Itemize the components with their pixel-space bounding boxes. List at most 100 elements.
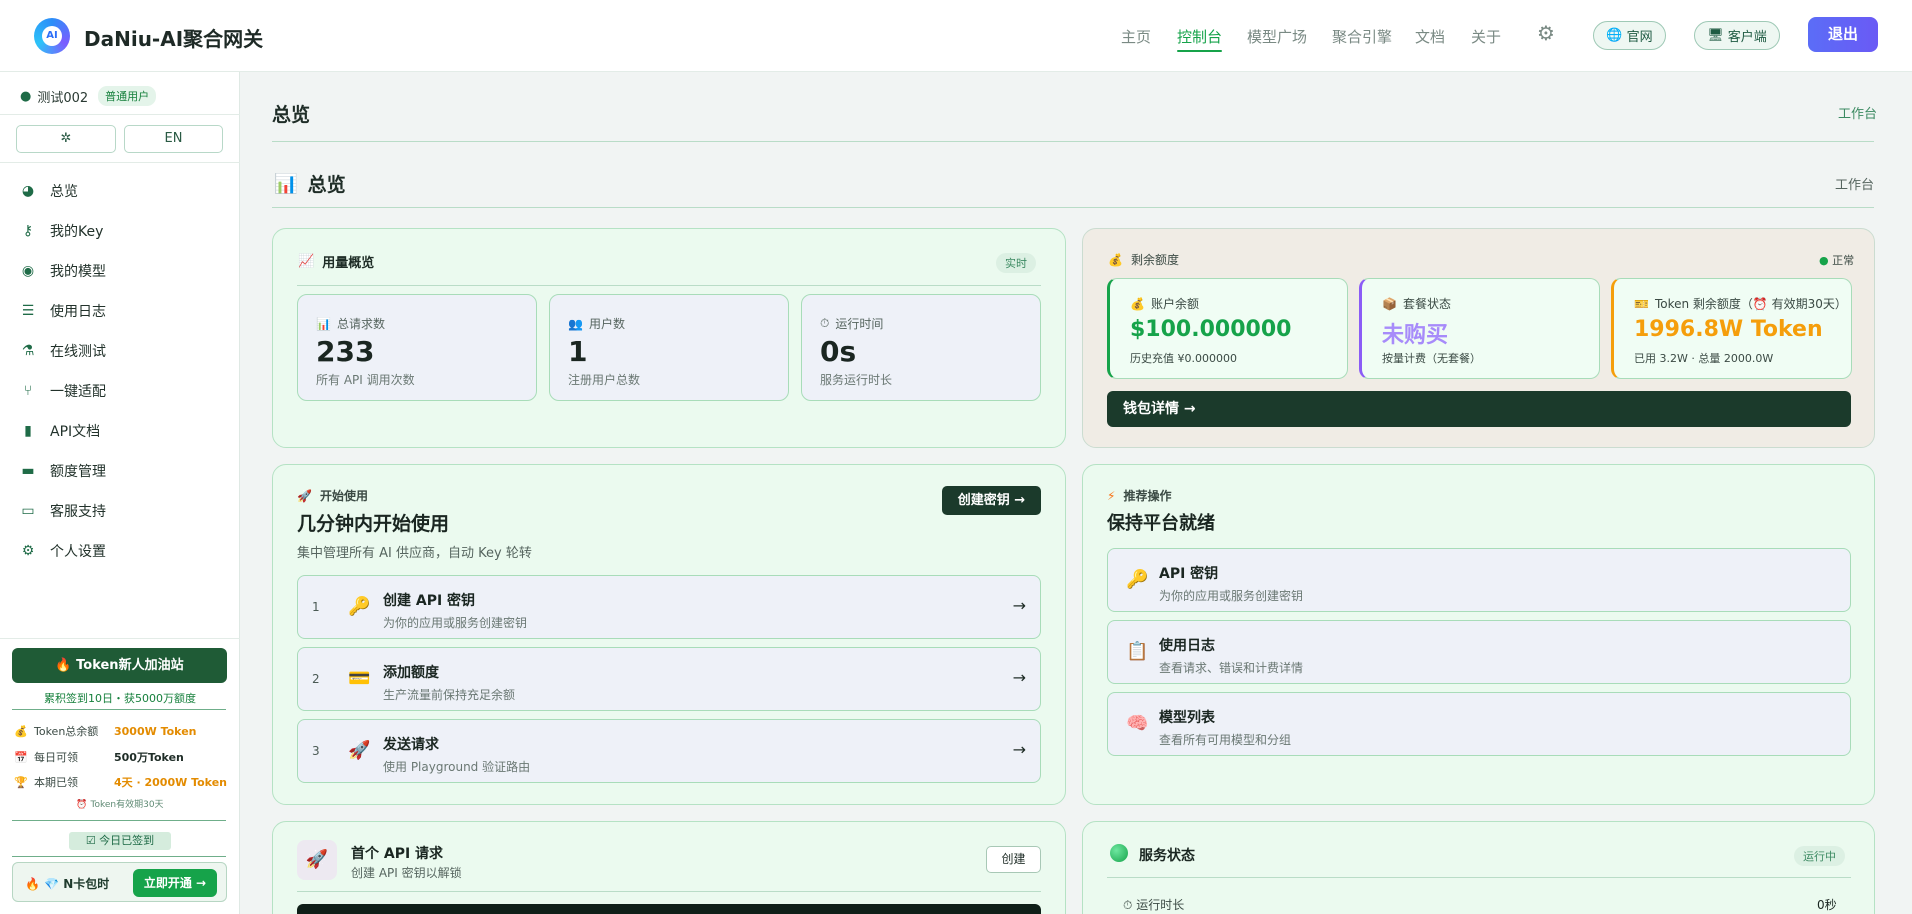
nav-home[interactable]: 主页 (1121, 26, 1151, 47)
logout-button[interactable]: 退出 (1808, 17, 1878, 52)
stat-total-requests: 📊 总请求数 233 所有 API 调用次数 (297, 294, 537, 401)
promo-row-key: 每日可领 (34, 751, 78, 764)
logo-text: AI (42, 26, 62, 46)
official-site-button[interactable]: 🌐 官网 (1593, 21, 1666, 50)
rec-title: 模型列表 (1159, 710, 1215, 726)
bal-sub: 历史充值 ¥0.000000 (1130, 352, 1237, 365)
money-bag-icon: 💰 (14, 724, 28, 738)
sidebar-item-label: 总览 (50, 184, 78, 200)
stat-value: 0s (820, 335, 857, 368)
remaining-quota-header: 💰 剩余额度 (1108, 251, 1179, 268)
stat-users: 👥 用户数 1 注册用户总数 (549, 294, 789, 401)
promo-note: ⏰ Token有效期30天 (76, 800, 164, 810)
sidebar-item-label: 额度管理 (50, 464, 106, 480)
gear-icon[interactable]: ⚙ (1535, 22, 1557, 44)
token-station-button[interactable]: 🔥 Token新人加油站 (12, 648, 227, 683)
open-now-button[interactable]: 立即开通 → (133, 869, 217, 897)
divider (297, 285, 1041, 286)
step-sub: 为你的应用或服务创建密钥 (383, 616, 528, 630)
rocket-icon: 🚀 (297, 488, 312, 503)
trend-chart-icon: 📈 (298, 254, 315, 269)
stat-value: 233 (316, 335, 375, 368)
sidebar-item-my-key[interactable]: ⚷ 我的Key (20, 220, 104, 242)
step-sub: 生产流量前保持充足余额 (383, 688, 516, 702)
flask-icon: ⚗ (21, 343, 35, 359)
sidebar-item-one-click-adapt[interactable]: ⑂ 一键适配 (20, 380, 106, 402)
service-status-title: 服务状态 (1139, 848, 1195, 864)
bal-sub: 按量计费（无套餐） (1382, 352, 1481, 365)
sidebar-item-overview[interactable]: ◕ 总览 (20, 180, 78, 202)
official-site-label: 官网 (1626, 30, 1653, 45)
fire-icon: 🔥 (55, 658, 72, 673)
theme-toggle-button[interactable]: ✲ (16, 125, 116, 153)
create-key-button[interactable]: 创建密钥 → (942, 486, 1041, 515)
bal-label: 💰 账户余额 (1130, 295, 1199, 312)
rec-usage-logs[interactable]: 📋 使用日志 查看请求、错误和计费详情 (1107, 620, 1851, 684)
nav-console[interactable]: 控制台 (1177, 26, 1223, 52)
clipboard-icon: 📋 (1126, 641, 1149, 662)
rec-api-key[interactable]: 🔑 API 密钥 为你的应用或服务创建密钥 (1107, 548, 1851, 612)
arrow-right-icon: → (1012, 740, 1026, 759)
bal-value: 未购买 (1382, 323, 1449, 348)
promo-row-key: 本期已领 (34, 776, 78, 789)
ncard-label-text: N卡包时 (63, 877, 110, 891)
sidebar-item-api-docs[interactable]: ▮ API文档 (20, 420, 100, 442)
user-info: ● 测试002 普通用户 (20, 86, 157, 106)
username: 测试002 (37, 90, 89, 106)
list-icon: ☰ (21, 303, 35, 319)
divider (0, 162, 240, 163)
stat-sub: 注册用户总数 (568, 373, 641, 387)
rec-sub: 查看请求、错误和计费详情 (1159, 661, 1304, 675)
remaining-quota-title: 剩余额度 (1130, 253, 1179, 267)
nav-docs[interactable]: 文档 (1415, 26, 1445, 47)
recommended-kicker: ⚡ 推荐操作 (1107, 487, 1171, 504)
sidebar-item-customer-support[interactable]: ▭ 客服支持 (20, 500, 106, 522)
promo-row-key: Token总余额 (34, 725, 99, 738)
page-title: 总览 (272, 104, 311, 126)
nav-model-plaza[interactable]: 模型广场 (1247, 26, 1307, 47)
nav-about[interactable]: 关于 (1471, 26, 1501, 47)
client-label: 客户端 (1727, 30, 1767, 45)
create-button[interactable]: 创建 (986, 846, 1041, 873)
realtime-tag: 实时 (996, 253, 1036, 273)
client-button[interactable]: 🖥 客户端 (1694, 21, 1780, 50)
brand-name[interactable]: DaNiu-AI聚合网关 (84, 23, 263, 52)
sidebar-item-my-models[interactable]: ◉ 我的模型 (20, 260, 106, 282)
getting-started-subtitle: 集中管理所有 AI 供应商，自动 Key 轮转 (297, 546, 532, 561)
section-breadcrumb[interactable]: 工作台 (1835, 174, 1874, 193)
breadcrumb[interactable]: 工作台 (1838, 103, 1877, 122)
sidebar-item-online-test[interactable]: ⚗ 在线测试 (20, 340, 106, 362)
sidebar-item-personal-settings[interactable]: ⚙ 个人设置 (20, 540, 106, 562)
wallet-details-button[interactable]: 钱包详情 → (1107, 391, 1851, 427)
support-icon: ▭ (21, 503, 35, 519)
bal-value: 1996.8W Token (1634, 317, 1823, 342)
sidebar-item-usage-logs[interactable]: ☰ 使用日志 (20, 300, 106, 322)
uptime-label-text: 运行时长 (1136, 898, 1185, 912)
kicker-text: 开始使用 (319, 489, 368, 503)
stat-sub: 所有 API 调用次数 (316, 373, 415, 387)
sidebar-item-quota-management[interactable]: ▬ 额度管理 (20, 460, 106, 482)
divider (12, 856, 226, 857)
step-number: 2 (312, 672, 320, 686)
sidebar-item-label: 客服支持 (50, 504, 106, 520)
monitor-icon: 🖥 (1707, 28, 1724, 43)
package-icon: 📦 (1382, 296, 1397, 311)
rocket-icon: 🚀 (297, 840, 337, 880)
lightning-icon: ⚡ (1107, 488, 1116, 503)
bal-label-text: 套餐状态 (1402, 297, 1451, 311)
money-bag-icon: 💰 (1130, 296, 1145, 311)
brand-logo-icon[interactable]: AI (34, 18, 70, 54)
branch-icon: ⑂ (23, 383, 33, 399)
bal-label-text: Token 剩余额度（⏰ 有效期30天） (1654, 297, 1847, 311)
promo-row-value: 3000W Token (114, 724, 197, 738)
nav-aggregation-engine[interactable]: 聚合引擎 (1332, 26, 1392, 47)
step-send-request[interactable]: 3 🚀 发送请求 使用 Playground 验证路由 → (297, 719, 1041, 783)
rec-model-list[interactable]: 🧠 模型列表 查看所有可用模型和分组 (1107, 692, 1851, 756)
promo-row-value: 500万Token (114, 751, 184, 764)
language-button[interactable]: EN (124, 125, 223, 153)
rec-sub: 查看所有可用模型和分组 (1159, 733, 1292, 747)
stat-label-text: 用户数 (588, 317, 625, 331)
step-create-key[interactable]: 1 🔑 创建 API 密钥 为你的应用或服务创建密钥 → (297, 575, 1041, 639)
step-add-quota[interactable]: 2 💳 添加额度 生产流量前保持充足余额 → (297, 647, 1041, 711)
promo-subtitle: 累积签到10日・获5000万额度 (44, 692, 196, 705)
